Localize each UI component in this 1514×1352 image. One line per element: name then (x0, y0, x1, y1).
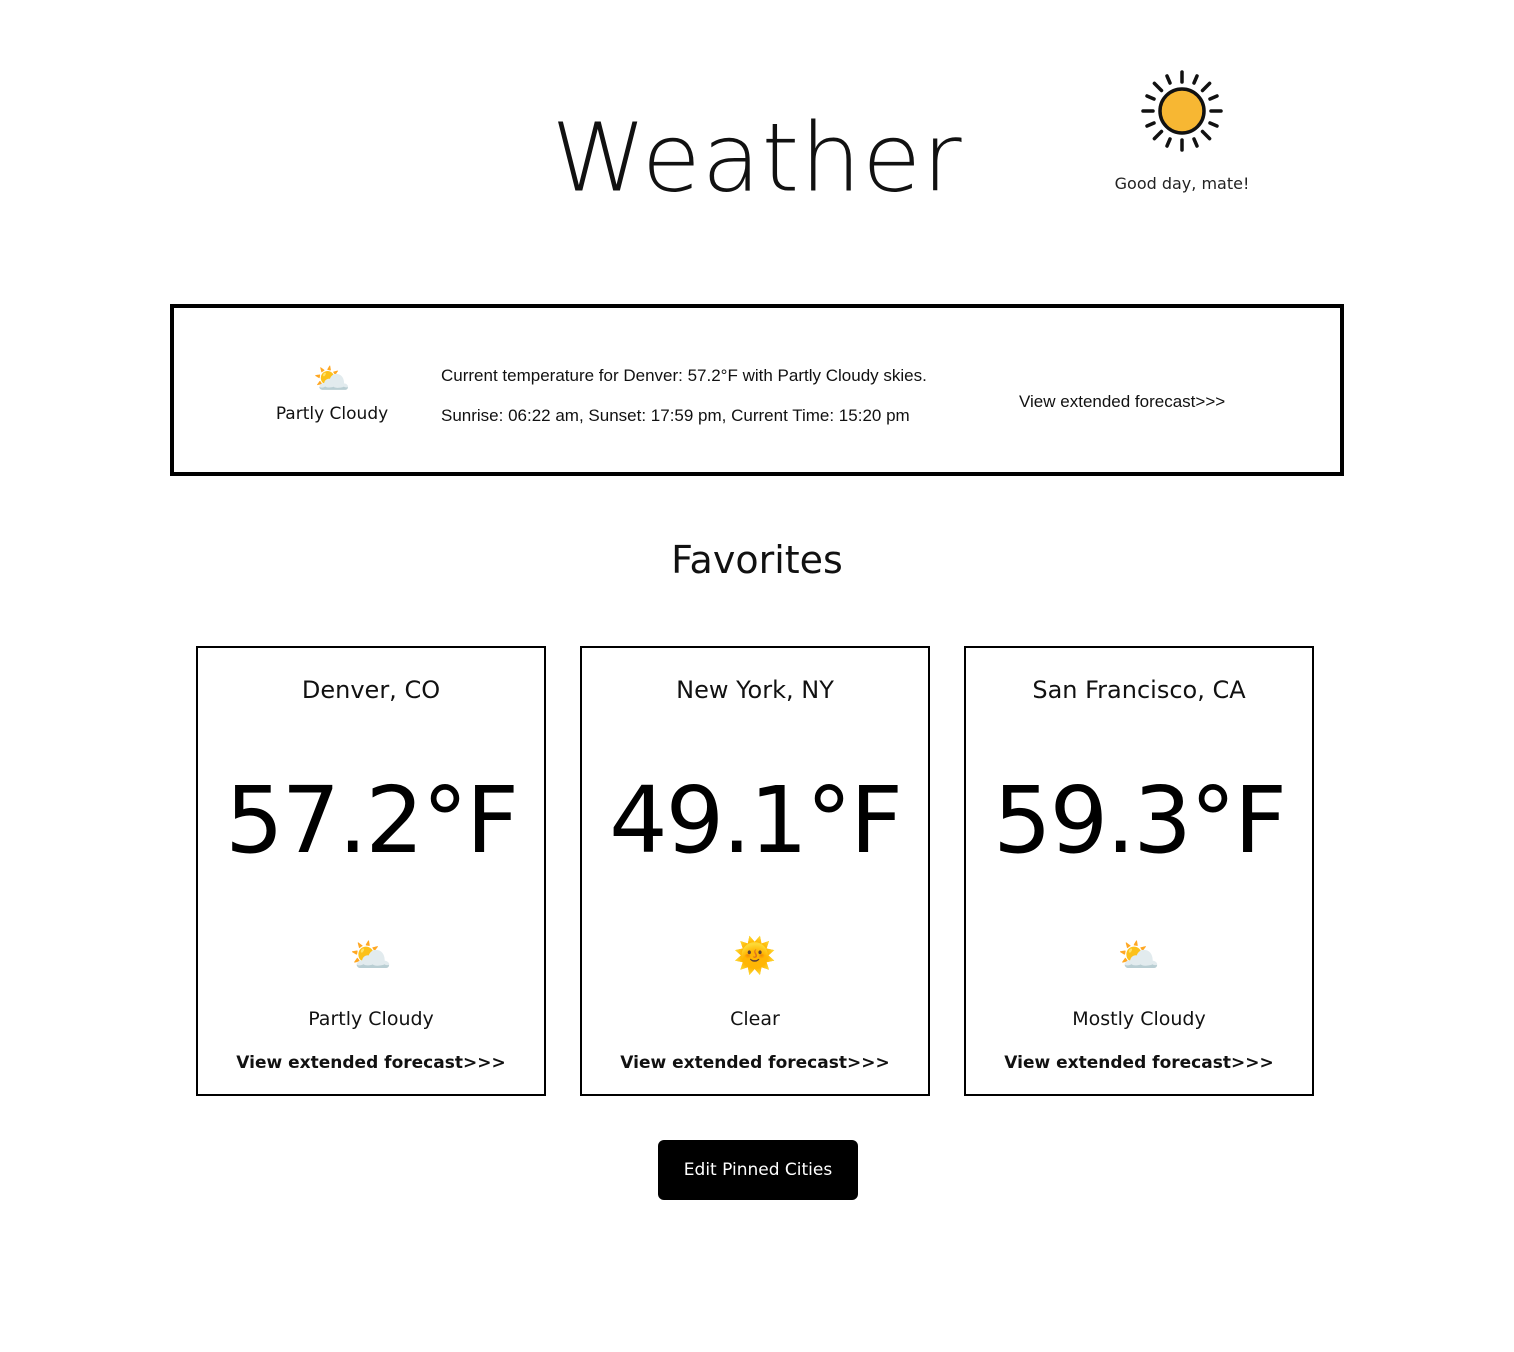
current-forecast-link[interactable]: View extended forecast>>> (1019, 392, 1225, 412)
favorite-temperature: 57.2°F (225, 767, 519, 874)
favorite-city: San Francisco, CA (1032, 676, 1246, 704)
favorite-city: New York, NY (676, 676, 834, 704)
favorite-card-denver: Denver, CO 57.2°F ⛅ Partly Cloudy View e… (196, 646, 546, 1096)
partly-cloudy-icon: ⛅ (1117, 936, 1161, 976)
favorite-temperature: 49.1°F (609, 767, 903, 874)
partly-cloudy-icon: ⛅ (313, 362, 351, 397)
favorite-temperature: 59.3°F (993, 767, 1287, 874)
favorite-condition: Mostly Cloudy (1072, 1008, 1206, 1030)
greeting-text: Good day, mate! (1114, 174, 1250, 193)
current-condition-label: Partly Cloudy (275, 404, 389, 424)
sun-times-text: Sunrise: 06:22 am, Sunset: 17:59 pm, Cur… (441, 406, 910, 425)
current-conditions-card: ⛅ Partly Cloudy Current temperature for … (170, 304, 1344, 476)
favorite-forecast-link[interactable]: View extended forecast>>> (966, 1053, 1312, 1073)
favorite-condition: Partly Cloudy (308, 1008, 434, 1030)
favorites-heading: Favorites (671, 538, 843, 582)
current-condition: ⛅ Partly Cloudy (270, 362, 394, 424)
favorite-forecast-link[interactable]: View extended forecast>>> (582, 1053, 928, 1073)
favorite-condition: Clear (730, 1008, 780, 1030)
favorite-forecast-link[interactable]: View extended forecast>>> (198, 1053, 544, 1073)
partly-cloudy-icon: ⛅ (349, 936, 393, 976)
greeting-block: Good day, mate! (1092, 68, 1272, 193)
current-temperature-text: Current temperature for Denver: 57.2°F w… (441, 366, 927, 385)
favorite-card-new-york: New York, NY 49.1°F 🌞 Clear View extende… (580, 646, 930, 1096)
favorite-city: Denver, CO (301, 676, 441, 704)
app-title: Weather (551, 103, 963, 213)
current-details: Current temperature for Denver: 57.2°F w… (441, 366, 927, 426)
sun-icon: 🌞 (733, 936, 777, 976)
sun-icon (1141, 70, 1223, 152)
edit-pinned-cities-button[interactable]: Edit Pinned Cities (658, 1140, 858, 1200)
favorite-card-san-francisco: San Francisco, CA 59.3°F ⛅ Mostly Cloudy… (964, 646, 1314, 1096)
